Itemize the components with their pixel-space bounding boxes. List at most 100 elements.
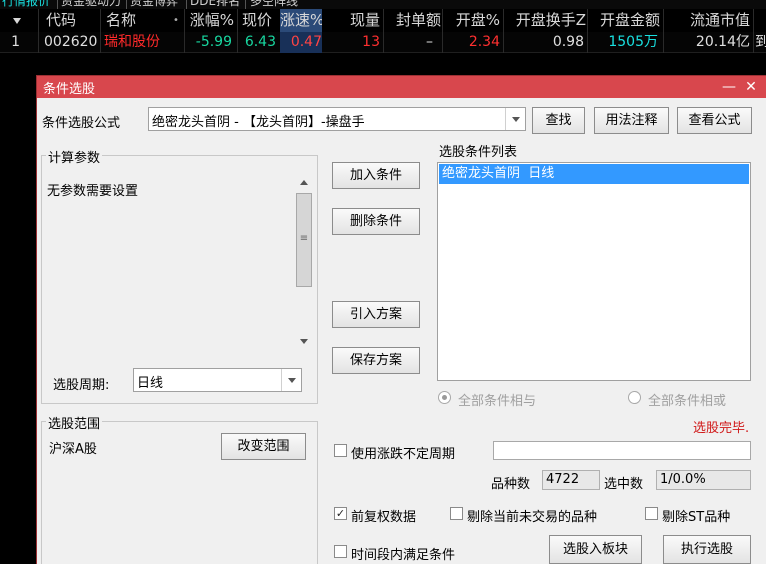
scrollbar-thumb[interactable]: ≡ [296,193,312,287]
tab-fund-drive[interactable]: 资金驱动力 [61,0,121,9]
tab-divider [57,0,58,9]
import-scheme-button[interactable]: 引入方案 [332,301,420,328]
grid-divider [442,9,443,53]
col-open-amount-header[interactable]: 开盘金额 [590,9,660,32]
row-seal-amount: – [426,34,433,50]
view-formula-button[interactable]: 查看公式 [677,107,752,134]
row-code: 002620 [44,34,98,50]
close-icon[interactable]: ✕ [739,76,763,98]
formula-select[interactable]: 绝密龙头首阴 - 【龙头首阴】-操盘手 [148,107,526,131]
tab-market-quotes[interactable]: 行情报价 [2,0,50,9]
chevron-down-icon[interactable] [505,108,525,130]
tab-divider [186,0,187,9]
tab-divider [245,0,246,9]
add-condition-button[interactable]: 加入条件 [332,162,420,189]
row-index: 1 [11,34,20,50]
exclude-st-checkbox[interactable] [645,507,658,520]
col-name-dot: • [173,15,179,26]
grid-divider [383,9,384,53]
grid-divider [38,9,39,53]
params-text: 无参数需要设置 [47,184,139,199]
list-item[interactable]: 绝密龙头首阴 日线 [439,164,749,184]
radio-or[interactable] [628,391,641,404]
col-seal-amount-header[interactable]: 封单额 [385,9,441,32]
save-scheme-button[interactable]: 保存方案 [332,347,420,374]
condition-list[interactable]: 绝密龙头首阴 日线 [437,162,751,381]
formula-label: 条件选股公式 [42,116,121,131]
col-speed-pct-header[interactable]: 涨速% [280,9,322,32]
params-group: 计算参数 无参数需要设置 ≡ 选股周期: 日线 [41,147,318,404]
selected-label: 选中数 [604,477,644,492]
tab-long-short[interactable]: 多空阵线 [250,0,298,9]
row-open-turnover: 0.98 [552,34,584,50]
chevron-down-icon[interactable] [281,369,301,391]
col-price-header[interactable]: 现价 [242,9,282,32]
radio-or-label: 全部条件相或 [648,394,727,409]
grid-divider [663,9,664,53]
col-code-header[interactable]: 代码 [46,9,76,32]
change-scope-button[interactable]: 改变范围 [221,433,306,460]
formula-value: 绝密龙头首阴 - 【龙头首阴】-操盘手 [152,115,365,130]
usage-notes-button[interactable]: 用法注释 [594,107,669,134]
col-open-turnover-header[interactable]: 开盘换手Z [506,9,586,32]
top-tab-bar: 行情报价 资金驱动力 资金博弈 DDE排名 多空阵线 [0,0,766,9]
time-range-label: 时间段内满足条件 [351,548,456,563]
dialog-title-bar[interactable]: 条件选股 — ✕ [37,76,766,98]
row-open-pct: 2.34 [468,34,500,50]
grid-divider [184,9,185,53]
exclude-untraded-checkbox[interactable] [450,507,463,520]
row-speed-pct: 0.47 [280,32,322,53]
minimize-icon[interactable]: — [719,76,739,98]
grid-divider [100,9,101,53]
tab-divider [126,0,127,9]
grid-divider [753,9,754,53]
add-to-block-button[interactable]: 选股入板块 [549,535,642,564]
exclude-st-label: 剔除ST品种 [662,510,731,525]
scope-group-title: 选股范围 [46,413,103,432]
grid-divider [587,9,588,53]
period-select[interactable]: 日线 [133,368,302,392]
radio-and-label: 全部条件相与 [458,394,537,409]
scroll-up-icon[interactable] [300,180,308,185]
col-name-header[interactable]: 名称 [106,9,136,32]
execute-button[interactable]: 执行选股 [663,535,751,564]
tab-fund-game[interactable]: 资金博弈 [130,0,178,9]
row-float-cap: 20.14亿 [695,34,750,50]
params-scrollbar[interactable]: ≡ [295,173,313,351]
row-more: 到 [755,34,766,50]
row-change-pct: -5.99 [195,34,232,50]
period-input[interactable] [493,441,751,460]
selected-field: 1/0.0% [656,470,751,490]
dialog-title: 条件选股 [43,82,96,97]
row-name: 瑞和股份 [104,34,160,50]
status-text: 选股完毕. [693,421,750,436]
col-volume-header[interactable]: 现量 [340,9,380,32]
find-button[interactable]: 查找 [532,107,585,134]
condition-list-label: 选股条件列表 [439,145,518,160]
adjusted-checkbox[interactable]: ✓ [334,507,347,520]
time-range-checkbox[interactable] [334,545,347,558]
grid-divider [503,9,504,53]
radio-and[interactable] [438,391,451,404]
params-group-title: 计算参数 [46,147,103,166]
grid-divider [237,9,238,53]
adjusted-label: 前复权数据 [351,510,417,525]
use-period-checkbox[interactable] [334,444,347,457]
scroll-down-icon[interactable] [300,339,308,344]
count-field: 4722 [542,470,600,490]
col-float-cap-header[interactable]: 流通市值 [676,9,750,32]
delete-condition-button[interactable]: 删除条件 [332,208,420,235]
count-label: 品种数 [491,477,531,492]
exclude-untraded-label: 剔除当前未交易的品种 [467,510,598,525]
row-price: 6.43 [244,34,276,50]
period-label: 选股周期: [53,378,110,393]
use-period-label: 使用涨跌不定周期 [351,447,456,462]
col-change-pct-header[interactable]: 涨幅% [186,9,234,32]
row-volume: 13 [362,34,380,50]
row-open-amount: 1505万 [608,34,658,50]
scope-value: 沪深A股 [49,442,97,457]
tab-dde-ranking[interactable]: DDE排名 [190,0,240,9]
col-open-pct-header[interactable]: 开盘% [450,9,500,32]
period-value: 日线 [137,376,164,391]
sort-menu-icon[interactable] [13,18,21,24]
